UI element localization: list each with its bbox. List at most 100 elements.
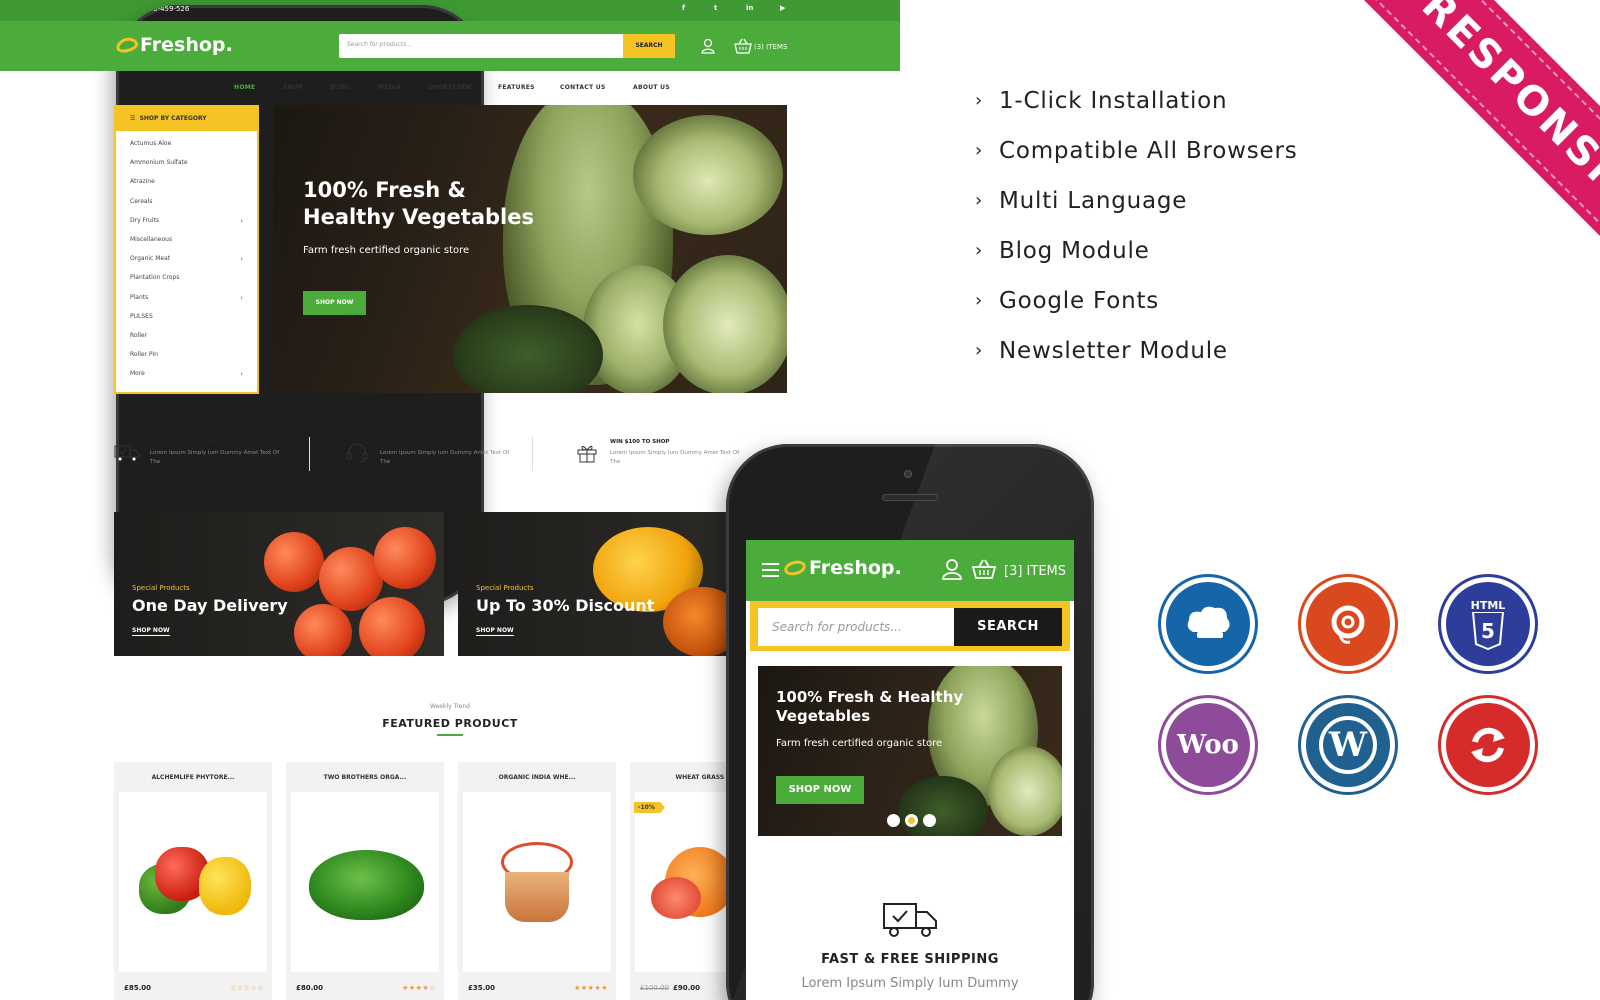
feature-text: Lorem Ipsum Simply Ium Dummy Amet Text O… <box>610 450 740 465</box>
chevron-right-icon: › <box>975 240 983 261</box>
hero-shop-now-button[interactable]: SHOP NOW <box>776 776 864 804</box>
category-item[interactable]: Ammonium Sulfate <box>130 156 243 175</box>
product-name: ALCHEMLIFE PHYTORE... <box>151 774 235 781</box>
cart-count[interactable]: [3] ITEMS <box>1004 564 1066 579</box>
mobile-hero-banner: 100% Fresh & Healthy Vegetables Farm fre… <box>758 666 1062 836</box>
basket-icon[interactable] <box>972 559 996 579</box>
nav-home[interactable]: HOME <box>234 84 255 91</box>
product-image <box>463 792 611 972</box>
carousel-dot-active[interactable] <box>905 814 918 827</box>
mobile-header: Freshop. [3] ITEMS <box>746 540 1074 601</box>
mobile-logo[interactable]: Freshop. <box>782 557 902 579</box>
category-item-label: PULSES <box>130 312 153 320</box>
nav-media[interactable]: MEDIA <box>378 84 401 91</box>
phone-mockup: Freshop. [3] ITEMS Search for products..… <box>726 444 1094 1000</box>
nav-blog[interactable]: BLOG <box>330 84 349 91</box>
category-item[interactable]: More › <box>130 367 243 386</box>
category-item[interactable]: Atrazine <box>130 175 243 194</box>
nav-about-us[interactable]: ABOUT US <box>633 84 670 91</box>
user-icon[interactable] <box>700 38 716 54</box>
category-item[interactable]: Organic Meat › <box>130 252 243 271</box>
category-item[interactable]: Miscellaneous <box>130 233 243 252</box>
product-card[interactable]: ALCHEMLIFE PHYTORE... £85.00 ☆☆☆☆☆ <box>114 762 272 1000</box>
search-input[interactable]: Search for products... <box>339 34 623 58</box>
search-button[interactable]: SEARCH <box>954 608 1062 646</box>
hero-subtitle: Farm fresh certified organic store <box>303 245 470 256</box>
search-placeholder: Search for products... <box>347 41 412 48</box>
wordpress-badge: W <box>1298 695 1398 795</box>
promo-shop-now-link[interactable]: SHOP NOW <box>132 627 170 636</box>
user-icon[interactable] <box>942 558 962 580</box>
search-input[interactable]: Search for products... <box>758 608 954 646</box>
support-badge <box>1298 574 1398 674</box>
rating-stars: ★★★★★ <box>574 984 608 992</box>
linkedin-icon[interactable]: in <box>746 4 753 12</box>
category-item[interactable]: Plantation Crops <box>130 271 243 290</box>
youtube-icon[interactable]: ▶ <box>780 4 785 12</box>
category-title: SHOP BY CATEGORY <box>139 115 207 122</box>
product-name: TWO BROTHERS ORGA... <box>323 774 407 781</box>
headset-icon <box>1306 582 1390 666</box>
chevron-right-icon: › <box>240 370 243 379</box>
carousel-dots <box>887 814 936 827</box>
category-item-label: Ammonium Sulfate <box>130 159 188 167</box>
category-item-label: Plantation Crops <box>130 274 180 282</box>
category-item[interactable]: Plants › <box>130 291 243 310</box>
woocommerce-icon: Woo <box>1166 703 1250 787</box>
hero-title: 100% Fresh & Healthy Vegetables <box>303 178 534 229</box>
cart-count[interactable]: (3) ITEMS <box>754 43 787 51</box>
nav-shop[interactable]: SHOP <box>283 84 303 91</box>
feature-text: Lorem Ipsum Simply Ium Dummy <box>801 976 1019 991</box>
speaker-grille <box>882 494 938 501</box>
new-price: £90.00 <box>672 984 700 992</box>
headset-icon <box>346 443 368 463</box>
feature-text: Lorem Ipsum Simply Ium Dummy Amet Text O… <box>380 450 510 465</box>
category-header[interactable]: ☰ SHOP BY CATEGORY <box>116 107 257 131</box>
category-item[interactable]: Roller <box>130 329 243 348</box>
bok-choy-image <box>988 746 1062 836</box>
product-card[interactable]: ORGANIC INDIA WHE... £35.00 ★★★★★ <box>458 762 616 1000</box>
category-item-label: Roller Pin <box>130 351 158 359</box>
chevron-right-icon: › <box>240 255 243 264</box>
carousel-dot[interactable] <box>887 814 900 827</box>
promo-one-day-delivery[interactable]: Special Products One Day Delivery SHOP N… <box>114 512 444 656</box>
chevron-right-icon: › <box>975 90 983 111</box>
nav-shortcode[interactable]: SHORTCODE <box>428 84 472 91</box>
product-card[interactable]: TWO BROTHERS ORGA... £80.00 ★★★★☆ <box>286 762 444 1000</box>
nav-features[interactable]: FEATURES <box>498 84 535 91</box>
facebook-icon[interactable]: f <box>682 4 685 12</box>
category-item[interactable]: PULSES <box>130 310 243 329</box>
site-logo[interactable]: Freshop. <box>114 34 233 56</box>
promo-discount[interactable]: Special Products Up To 30% Discount SHOP… <box>458 512 748 656</box>
category-item[interactable]: Cereals <box>130 195 243 214</box>
update-badge <box>1438 695 1538 795</box>
hero-shop-now-button[interactable]: SHOP NOW <box>303 291 366 315</box>
carousel-dot[interactable] <box>923 814 936 827</box>
promo-shop-now-link[interactable]: SHOP NOW <box>476 627 514 636</box>
hero-subtitle: Farm fresh certified organic store <box>776 738 943 749</box>
top-bar: call us+885-459-526 f t in ▶ <box>0 0 900 605</box>
category-item[interactable]: Dry Fruits › <box>130 214 243 233</box>
tomato-image <box>264 532 324 592</box>
hamburger-menu-icon[interactable] <box>762 563 779 577</box>
category-item-label: Atrazine <box>130 178 155 186</box>
leaf-logo-icon <box>114 35 140 55</box>
promo-tag: Special Products <box>132 584 190 592</box>
tomato-image <box>374 527 436 589</box>
feature-label: Blog Module <box>999 238 1150 264</box>
category-item[interactable]: Roller Pin <box>130 348 243 367</box>
nav-contact-us[interactable]: CONTACT US <box>560 84 606 91</box>
divider <box>532 437 533 471</box>
category-item[interactable]: Actumus Aloe <box>130 137 243 156</box>
twitter-icon[interactable]: t <box>714 4 717 12</box>
category-item-label: More <box>130 370 145 378</box>
feature-title: FAST & FREE SHIPPING <box>821 952 999 967</box>
product-price: £100.00 £90.00 <box>640 984 700 992</box>
divider <box>309 437 310 471</box>
search-button[interactable]: SEARCH <box>623 34 675 58</box>
feature-label: Google Fonts <box>999 288 1160 314</box>
old-price: £100.00 <box>640 984 669 992</box>
category-item-label: Cereals <box>130 197 153 205</box>
basket-icon[interactable] <box>734 38 752 54</box>
feature-title: FAST & FREE SHIPPING <box>150 439 221 445</box>
